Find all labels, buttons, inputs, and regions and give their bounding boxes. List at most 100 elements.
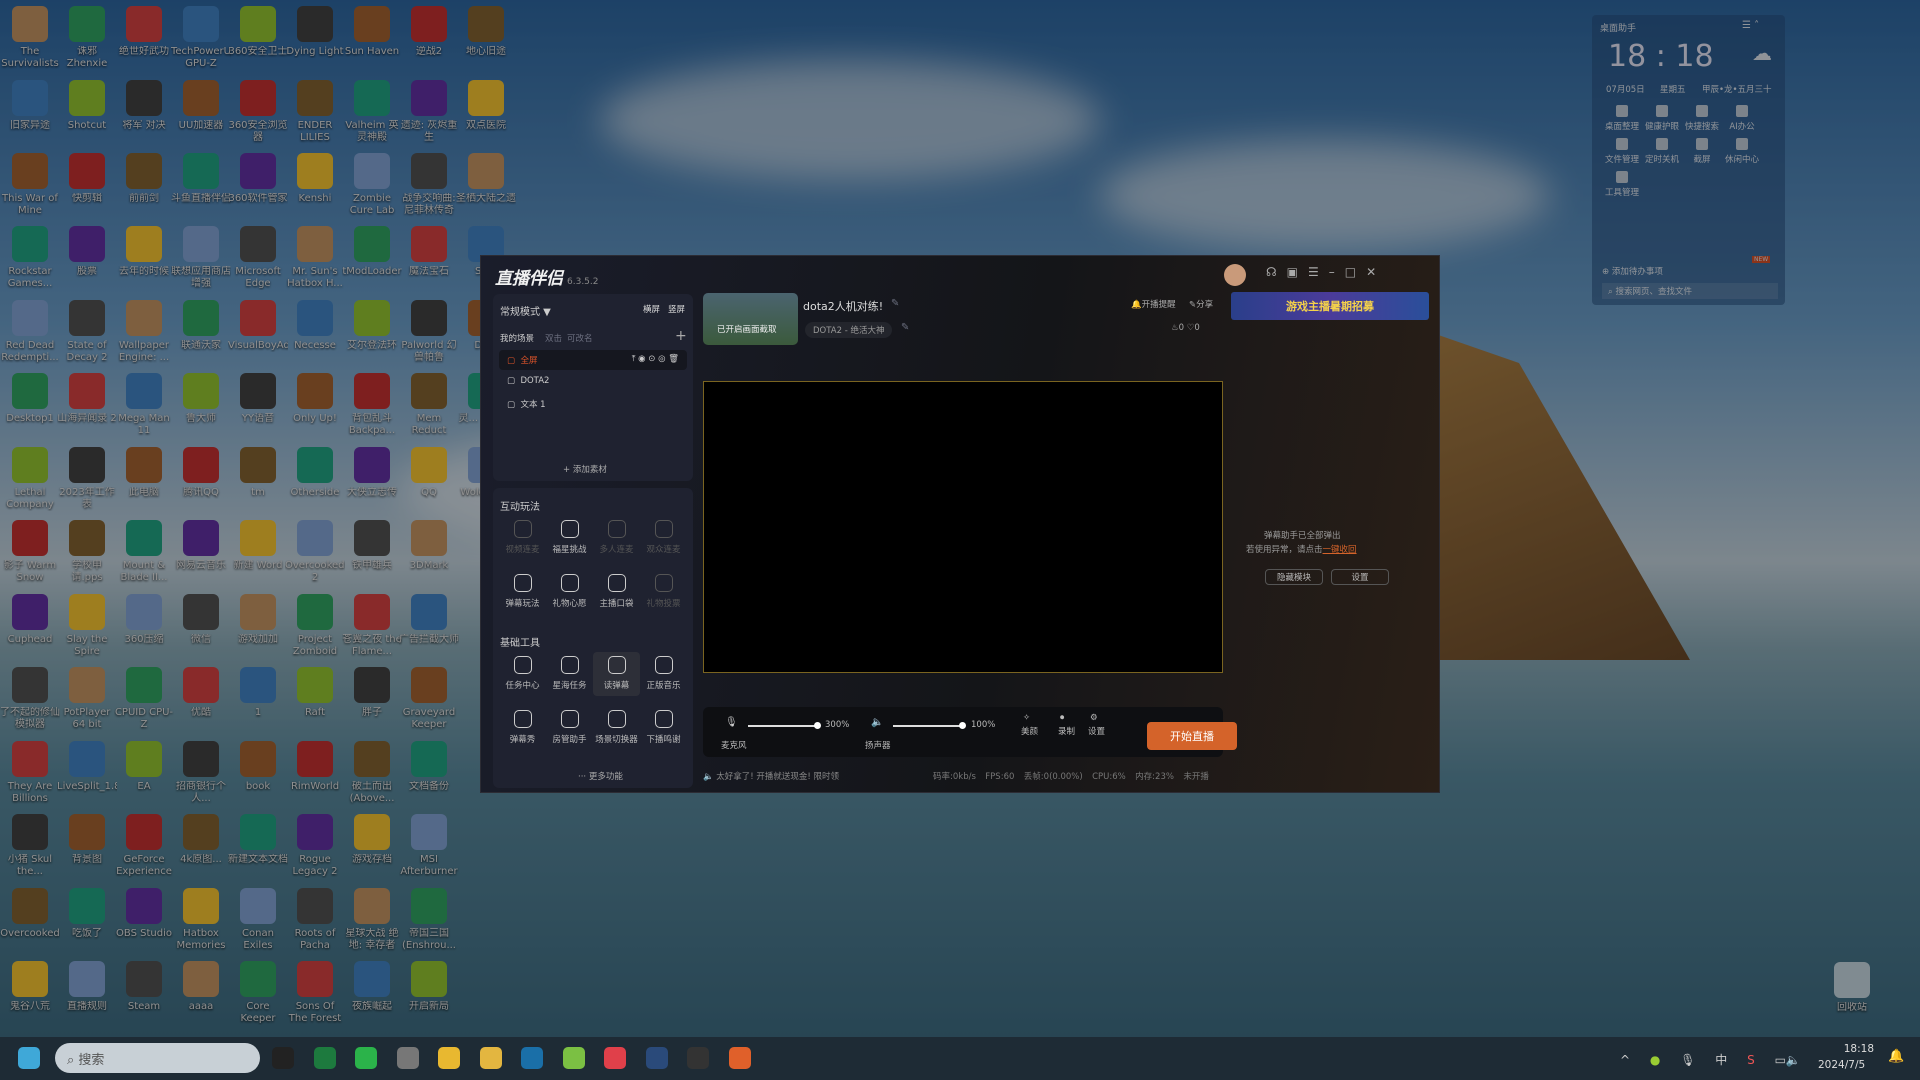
maximize-button[interactable]: □: [1345, 265, 1366, 279]
tool-button[interactable]: 正版音乐: [640, 652, 687, 696]
tool-button[interactable]: 多人连麦: [593, 516, 640, 560]
promo-notice[interactable]: 🔈 太好拿了! 开播就送现金! 限时领: [703, 770, 839, 782]
tool-button[interactable]: 下播鸣谢: [640, 706, 687, 750]
scene-item[interactable]: ▢ DOTA2: [499, 372, 687, 392]
tool-label: 场景切换器: [595, 735, 638, 745]
notification-bell-icon[interactable]: 🔔: [1888, 1049, 1904, 1064]
tool-button[interactable]: 观众连麦: [640, 516, 687, 560]
edit-category-icon[interactable]: ✎: [901, 322, 909, 333]
scene-type-icon: ▢: [507, 400, 516, 410]
app-taskbar-icon[interactable]: [396, 1047, 419, 1069]
close-button[interactable]: ✕: [1366, 265, 1386, 279]
tool-button[interactable]: 弹幕玩法: [499, 570, 546, 614]
mic-volume-slider[interactable]: [748, 722, 821, 729]
microphone-tray-icon[interactable]: 🎙: [1680, 1053, 1695, 1067]
file-explorer-taskbar-icon[interactable]: [438, 1047, 460, 1069]
portrait-toggle[interactable]: 竖屏: [668, 303, 685, 315]
danmu-status: 弹幕助手已全部弹出: [1264, 531, 1341, 541]
scene-type-icon: ▢: [507, 356, 516, 366]
sogou-icon[interactable]: S: [1747, 1053, 1755, 1067]
speaker-volume-slider[interactable]: [893, 722, 966, 729]
microphone-icon[interactable]: 🎙: [725, 717, 738, 728]
live-companion-window: 直播伴侣 6.3.5.2 ☊▣☰–□✕ 常规模式 ▼ 横屏 竖屏 我的场景 双击 …: [480, 255, 1440, 793]
tool-icon: [560, 656, 579, 674]
more-features-label: 更多功能: [588, 772, 623, 782]
yy-taskbar-icon[interactable]: [479, 1047, 502, 1069]
tool-button[interactable]: 任务中心: [499, 652, 546, 696]
tool-button[interactable]: 房管助手: [546, 706, 593, 750]
speaker-volume: 100%: [971, 720, 996, 730]
share-label: 分享: [1196, 300, 1214, 310]
system-tray: ^ ● 🎙 中 S ▭🔈: [1620, 1051, 1801, 1068]
preview-canvas[interactable]: [703, 381, 1223, 673]
tool-button[interactable]: 视频连麦: [499, 516, 546, 560]
tool-button[interactable]: 场景切换器: [593, 706, 640, 750]
headset-icon[interactable]: ☊: [1266, 265, 1287, 279]
tool-button[interactable]: 礼物心愿: [546, 570, 593, 614]
share-button[interactable]: ✎分享: [1189, 298, 1213, 310]
hide-module-button[interactable]: 隐藏模块: [1265, 569, 1323, 585]
mode-label: 常规模式: [500, 307, 540, 318]
add-material-button[interactable]: + 添加素材: [563, 463, 607, 475]
netease-music-taskbar-icon[interactable]: [604, 1047, 626, 1069]
taskbar-time[interactable]: 18:18: [1832, 1043, 1874, 1055]
edit-title-icon[interactable]: ✎: [891, 298, 899, 309]
tool-button[interactable]: 礼物投票: [640, 570, 687, 614]
taskbar-search[interactable]: ⌕ 搜索: [55, 1043, 260, 1073]
settings-button[interactable]: ⚙ 设置: [1088, 713, 1105, 737]
tool-label: 多人连麦: [599, 545, 634, 555]
beauty-button[interactable]: ✧ 美颜: [1021, 713, 1038, 737]
speaker-icon[interactable]: 🔈: [871, 717, 883, 728]
tool-button[interactable]: 读弹幕: [593, 652, 640, 696]
tray-expand-icon[interactable]: ^: [1620, 1053, 1630, 1067]
tool-icon: [654, 520, 673, 538]
minimize-button[interactable]: –: [1329, 265, 1345, 279]
stream-title[interactable]: dota2人机对练!: [803, 298, 883, 314]
network-icon[interactable]: ▭: [1775, 1053, 1786, 1067]
ime-indicator[interactable]: 中: [1715, 1053, 1727, 1067]
scene-item[interactable]: ▢ 文本 1: [499, 394, 687, 414]
tool-button[interactable]: 弹幕秀: [499, 706, 546, 750]
recall-link[interactable]: 一键收回: [1323, 545, 1357, 555]
add-scene-button[interactable]: +: [675, 328, 687, 344]
qq-taskbar-icon[interactable]: [272, 1047, 294, 1069]
help-icon[interactable]: ▣: [1287, 265, 1308, 279]
volume-icon[interactable]: 🔈: [1786, 1053, 1801, 1067]
tool-button[interactable]: 福星挑战: [546, 516, 593, 560]
uu-taskbar-icon[interactable]: [521, 1047, 543, 1069]
more-features-button[interactable]: ··· 更多功能: [578, 770, 623, 782]
tool-icon: [513, 710, 532, 728]
obs-taskbar-icon[interactable]: [687, 1047, 709, 1069]
360-tray-icon[interactable]: ●: [1650, 1053, 1660, 1067]
tool-label: 房管助手: [552, 735, 587, 745]
mic-volume: 300%: [825, 720, 850, 730]
tool-label: 读弹幕: [603, 681, 630, 691]
scene-actions[interactable]: ⤒ ◉ ⊙ ◎ 🗑: [632, 354, 679, 364]
douyu-companion-taskbar-icon[interactable]: [728, 1047, 751, 1069]
category-badge[interactable]: DOTA2 - 绝活大神: [805, 322, 893, 338]
tool-icon: [607, 574, 626, 592]
wechat-taskbar-icon[interactable]: [355, 1047, 377, 1069]
taskbar-date[interactable]: 2024/7/5: [1818, 1059, 1865, 1071]
scene-item[interactable]: ▢ 全屏 ⤒ ◉ ⊙ ◎ 🗑: [499, 350, 687, 370]
interactive-title: 互动玩法: [500, 502, 540, 513]
stream-thumbnail[interactable]: 已开启画面截取: [703, 293, 798, 345]
mode-dropdown[interactable]: 常规模式 ▼: [500, 303, 551, 318]
tool-button[interactable]: 星海任务: [546, 652, 593, 696]
excel-taskbar-icon[interactable]: [313, 1047, 336, 1069]
tool-icon: [607, 656, 626, 674]
tool-button[interactable]: 主播口袋: [593, 570, 640, 614]
recruit-banner-ad[interactable]: 游戏主播暑期招募: [1231, 292, 1429, 320]
tool-icon: [607, 520, 626, 538]
start-live-button[interactable]: 开始直播: [1147, 722, 1237, 750]
record-button[interactable]: ⏺ 录制: [1058, 713, 1075, 737]
landscape-toggle[interactable]: 横屏: [643, 303, 660, 315]
steam-taskbar-icon[interactable]: [645, 1047, 668, 1069]
danmu-settings-button[interactable]: 设置: [1331, 569, 1389, 585]
user-avatar[interactable]: [1224, 264, 1246, 286]
menu-icon[interactable]: ☰: [1308, 265, 1329, 279]
stream-remind-button[interactable]: 🔔开播提醒: [1131, 298, 1176, 310]
app-logo: 直播伴侣 6.3.5.2: [495, 264, 599, 289]
360-browser-taskbar-icon[interactable]: [562, 1047, 585, 1069]
start-button[interactable]: [18, 1047, 40, 1069]
